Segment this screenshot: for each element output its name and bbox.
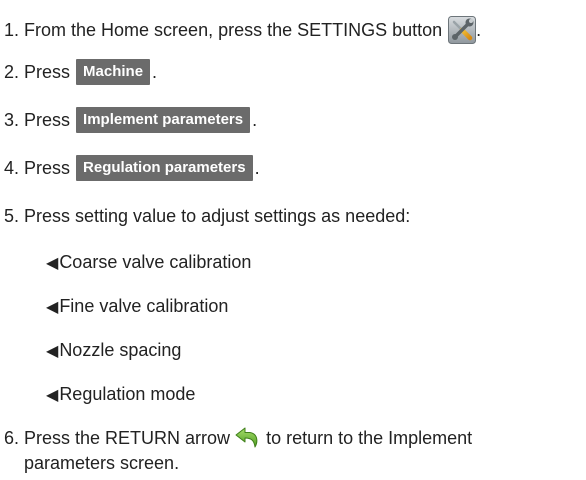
setting-item-coarse-valve-calibration: ◀Coarse valve calibration	[46, 251, 251, 275]
setting-item-label: Coarse valve calibration	[59, 252, 252, 272]
instruction-list: 1. From the Home screen, press the SETTI…	[0, 0, 586, 480]
setting-item-nozzle-spacing: ◀Nozzle spacing	[46, 339, 181, 363]
step-3: 3. Press Implement parameters .	[4, 107, 257, 133]
step-4: 4. Press Regulation parameters .	[4, 155, 260, 181]
step-6-continuation: parameters screen.	[24, 453, 180, 473]
step-5: 5. Press setting value to adjust setting…	[4, 205, 410, 227]
settings-wrench-screwdriver-icon	[448, 16, 477, 44]
setting-item-label: Nozzle spacing	[59, 340, 182, 360]
step-4-period: .	[254, 158, 260, 178]
step-1-period: .	[476, 20, 482, 40]
step-6: 6. Press the RETURN arrow to return to t…	[4, 426, 472, 450]
step-6-text-after: to return to the Implement	[266, 428, 473, 448]
step-4-text: 4. Press	[4, 158, 71, 178]
step-2-period: .	[152, 62, 158, 82]
left-triangle-icon: ◀	[46, 255, 59, 272]
step-2-text: 2. Press	[4, 62, 71, 82]
step-6-text: 6. Press the RETURN arrow	[4, 428, 231, 448]
step-3-period: .	[252, 110, 258, 130]
machine-button[interactable]: Machine	[76, 59, 151, 85]
setting-item-label: Regulation mode	[59, 384, 196, 404]
setting-item-regulation-mode: ◀Regulation mode	[46, 383, 195, 407]
implement-parameters-button[interactable]: Implement parameters	[76, 107, 251, 133]
step-5-text: 5. Press setting value to adjust setting…	[4, 206, 411, 226]
left-triangle-icon: ◀	[46, 387, 59, 404]
setting-item-fine-valve-calibration: ◀Fine valve calibration	[46, 295, 228, 319]
step-1: 1. From the Home screen, press the SETTI…	[4, 16, 481, 44]
left-triangle-icon: ◀	[46, 343, 59, 360]
step-2: 2. Press Machine .	[4, 59, 157, 85]
step-1-text: 1. From the Home screen, press the SETTI…	[4, 20, 443, 40]
regulation-parameters-button[interactable]: Regulation parameters	[76, 155, 253, 181]
return-arrow-icon	[234, 426, 262, 450]
setting-item-label: Fine valve calibration	[59, 296, 229, 316]
step-3-text: 3. Press	[4, 110, 71, 130]
left-triangle-icon: ◀	[46, 299, 59, 316]
